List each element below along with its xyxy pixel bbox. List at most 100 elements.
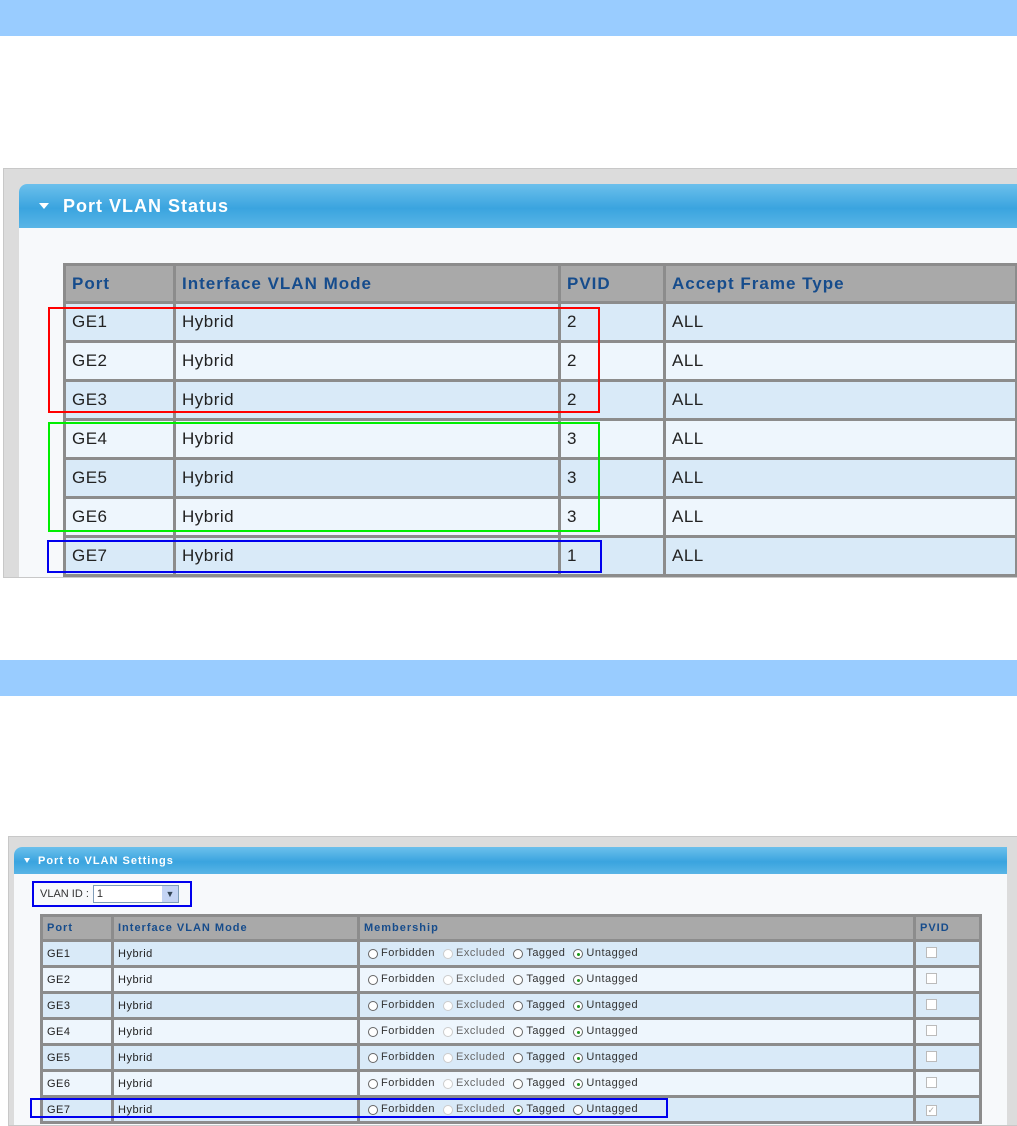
port-to-vlan-settings-panel: Port to VLAN Settings VLAN ID : 1 ▼ Port… [14,847,1007,1125]
radio-excluded [443,1026,454,1037]
cell-pvid [913,991,982,1020]
pvid-checkbox[interactable] [926,1050,937,1062]
col-accept-frame-type: Accept Frame Type [663,263,1017,304]
port-to-vlan-table: Port Interface VLAN Mode Membership PVID… [40,914,982,1124]
cell-accept-frame-type: ALL [663,457,1017,499]
cell-pvid [913,965,982,994]
radio-label: Excluded [456,1025,506,1038]
radio-label: Untagged [586,947,639,960]
highlight-box-green [48,422,600,532]
table-row: GE1 Hybrid Forbidden Excluded Tagged Untagged [40,939,982,968]
highlight-box-ge7 [30,1098,668,1118]
radio-label: Forbidden [381,1077,436,1090]
col-pvid: PVID [558,263,666,304]
radio-forbidden[interactable] [368,948,378,959]
collapse-triangle-icon[interactable] [39,203,49,209]
col-pvid: PVID [913,914,982,942]
cell-port: GE1 [40,939,114,968]
radio-excluded [443,1078,454,1089]
cell-accept-frame-type: ALL [663,340,1017,382]
col-port: Port [40,914,114,942]
collapse-triangle-icon[interactable] [24,858,30,863]
cell-membership: Forbidden Excluded Tagged Untagged [357,965,916,994]
radio-label: Untagged [586,1077,639,1090]
radio-forbidden[interactable] [368,1078,378,1089]
pvid-checkbox[interactable]: ✓ [926,1104,937,1116]
cell-port: GE4 [40,1017,114,1046]
radio-tagged[interactable] [513,948,524,959]
radio-excluded [443,948,454,959]
radio-label: Tagged [526,947,566,960]
cell-accept-frame-type: ALL [663,379,1017,421]
radio-tagged[interactable] [513,1052,524,1063]
cell-mode: Hybrid [111,1069,360,1098]
radio-label: Untagged [586,973,639,986]
pvid-checkbox[interactable] [926,946,937,958]
cell-pvid [913,939,982,968]
radio-label: Excluded [456,947,506,960]
highlight-box-red [48,307,600,413]
port-to-vlan-settings-screenshot: Port to VLAN Settings VLAN ID : 1 ▼ Port… [8,836,1017,1126]
pvid-checkbox[interactable] [926,1024,937,1036]
table-row: GE3 Hybrid Forbidden Excluded Tagged Untagged [40,991,982,1020]
panel-title: Port to VLAN Settings [38,854,174,867]
cell-accept-frame-type: ALL [663,418,1017,460]
radio-tagged[interactable] [513,1026,524,1037]
cell-pvid: ✓ [913,1095,982,1124]
radio-untagged[interactable] [573,948,584,959]
radio-forbidden[interactable] [368,1000,378,1011]
radio-label: Tagged [526,973,566,986]
cell-pvid [913,1043,982,1072]
pvid-checkbox[interactable] [926,1076,937,1088]
radio-label: Untagged [586,1025,639,1038]
cell-pvid [913,1069,982,1098]
radio-forbidden[interactable] [368,1052,378,1063]
cell-mode: Hybrid [111,991,360,1020]
radio-label: Untagged [586,999,639,1012]
section-bar-top [0,0,1017,36]
radio-tagged[interactable] [513,1000,524,1011]
section-bar-bottom [0,660,1017,696]
radio-forbidden[interactable] [368,1026,378,1037]
cell-accept-frame-type: ALL [663,535,1017,577]
radio-label: Excluded [456,973,506,986]
panel-header[interactable]: Port VLAN Status [19,184,1017,228]
cell-mode: Hybrid [111,1017,360,1046]
radio-label: Excluded [456,999,506,1012]
pvid-checkbox[interactable] [926,972,937,984]
cell-membership: Forbidden Excluded Tagged Untagged [357,1069,916,1098]
cell-port: GE5 [40,1043,114,1072]
radio-untagged[interactable] [573,974,584,985]
radio-untagged[interactable] [573,1000,584,1011]
vlan-id-selector: VLAN ID : 1 ▼ [32,881,192,907]
cell-membership: Forbidden Excluded Tagged Untagged [357,1017,916,1046]
radio-label: Excluded [456,1077,506,1090]
vlan-id-label: VLAN ID : [40,888,89,900]
chevron-down-icon[interactable]: ▼ [161,886,178,902]
radio-tagged[interactable] [513,974,524,985]
panel-title: Port VLAN Status [63,195,230,216]
cell-accept-frame-type: ALL [663,301,1017,343]
radio-tagged[interactable] [513,1078,524,1089]
radio-label: Tagged [526,1077,566,1090]
radio-forbidden[interactable] [368,974,378,985]
radio-label: Forbidden [381,1051,436,1064]
cell-pvid [913,1017,982,1046]
highlight-box-blue [47,540,602,573]
radio-untagged[interactable] [573,1026,584,1037]
radio-label: Excluded [456,1051,506,1064]
radio-untagged[interactable] [573,1078,584,1089]
panel-header[interactable]: Port to VLAN Settings [14,847,1007,874]
col-membership: Membership [357,914,916,942]
radio-label: Forbidden [381,973,436,986]
cell-mode: Hybrid [111,965,360,994]
radio-label: Forbidden [381,999,436,1012]
radio-untagged[interactable] [573,1052,584,1063]
col-mode: Interface VLAN Mode [111,914,360,942]
radio-label: Tagged [526,1025,566,1038]
table-row: GE4 Hybrid Forbidden Excluded Tagged Untagged [40,1017,982,1046]
radio-excluded [443,1052,454,1063]
pvid-checkbox[interactable] [926,998,937,1010]
vlan-id-select[interactable]: 1 ▼ [92,885,179,903]
radio-label: Tagged [526,999,566,1012]
